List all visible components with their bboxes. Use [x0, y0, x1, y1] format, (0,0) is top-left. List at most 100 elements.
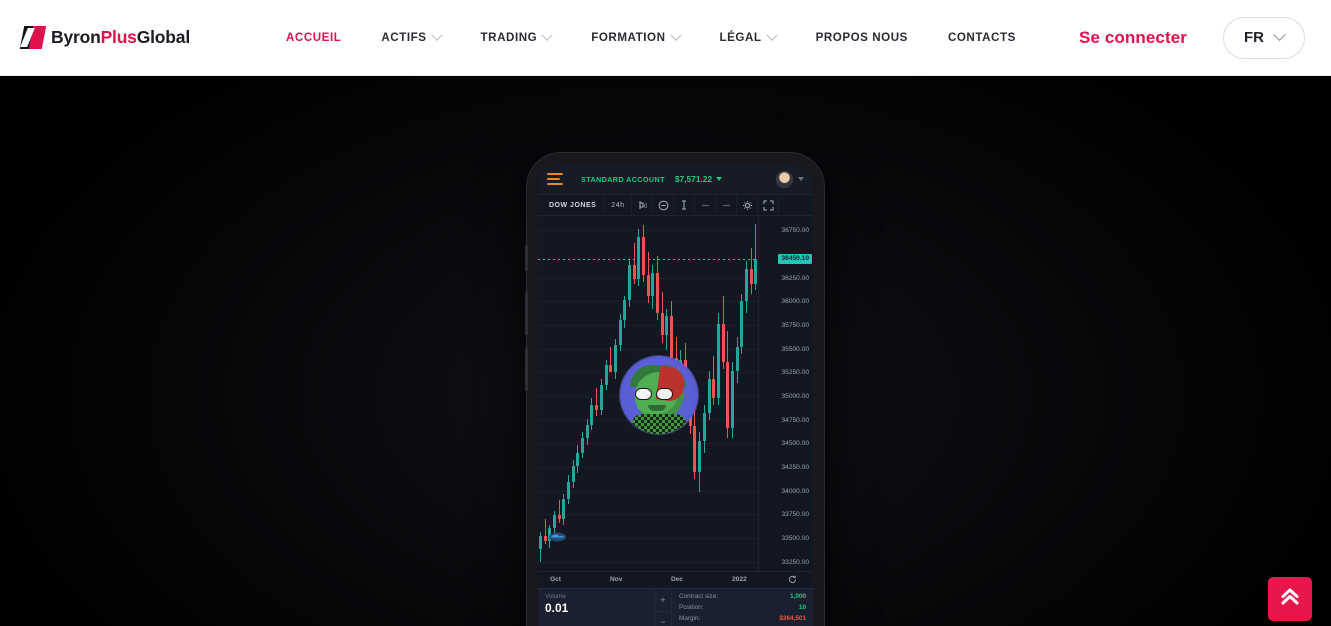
price-tick-label: 36250.00 [781, 274, 809, 282]
price-tick-label: 35750.00 [781, 321, 809, 329]
brand-part2: Plus [100, 27, 137, 47]
symbol-selector[interactable]: DOW JONES [542, 194, 605, 216]
frog-avatar-icon [620, 356, 698, 434]
reset-chart-icon[interactable] [788, 575, 797, 586]
app-header: STANDARD ACCOUNT $7,571.22 [538, 164, 813, 195]
nav-item-propos-nous[interactable]: PROPOS NOUS [796, 0, 928, 76]
stat-row: Contract size: 1,000 [679, 592, 806, 603]
profile-menu[interactable] [776, 170, 804, 188]
volume-label: Volume [545, 593, 566, 600]
login-link[interactable]: Se connecter [1079, 28, 1187, 48]
time-tick: Dec [671, 576, 684, 583]
stat-row: Position: 10 [679, 603, 806, 614]
scroll-to-top-button[interactable] [1268, 577, 1312, 621]
quantity-stepper[interactable]: + − [654, 589, 671, 626]
time-tick: 2022 [732, 576, 747, 583]
chevron-down-icon [669, 29, 682, 41]
nav-label: ACCUEIL [285, 31, 342, 44]
stat-value: 1,000 [790, 593, 806, 600]
price-tick-label: 36000.00 [781, 298, 809, 306]
phone-mute-button [525, 245, 528, 271]
nav-item-contacts[interactable]: CONTACTS [928, 0, 1036, 76]
avatar [776, 170, 793, 188]
language-label: FR [1244, 29, 1264, 46]
stat-value: 10 [798, 603, 806, 611]
phone-volume-down-button [525, 347, 528, 391]
hamburger-icon[interactable] [547, 173, 563, 185]
price-tick-label: 35250.00 [781, 369, 809, 377]
minus-circle-icon[interactable] [653, 194, 675, 216]
page-root: ByronPlusGlobal ACCUEIL ACTIFS TRADING F… [0, 0, 1331, 626]
chevron-down-icon [430, 29, 443, 41]
phone-volume-up-button [525, 291, 528, 335]
account-balance[interactable]: $7,571.22 [674, 174, 723, 184]
nav-item-formation[interactable]: FORMATION [571, 0, 699, 76]
price-tick-label: 35000.00 [781, 392, 809, 400]
stat-key: Contract size: [679, 593, 719, 600]
nav-label: ACTIFS [381, 31, 427, 44]
volume-decrement-button[interactable]: − [655, 612, 671, 626]
current-price-label: 36450.10 [778, 253, 812, 264]
brand-part3: Global [136, 27, 190, 47]
nav-item-accueil[interactable]: ACCUEIL [266, 0, 361, 76]
language-selector[interactable]: FR [1223, 16, 1305, 59]
nav-label: CONTACTS [947, 31, 1016, 44]
chevron-down-icon [798, 177, 804, 181]
nav-item-trading[interactable]: TRADING [461, 0, 572, 76]
order-panel: Volume 0.01 + − Contract size: 1,000 Pos… [538, 588, 813, 626]
chevron-down-icon [541, 29, 553, 41]
account-balance-value: $7,571.22 [674, 174, 713, 184]
nav-right: Se connecter FR [1079, 16, 1305, 59]
chevron-down-icon [1273, 28, 1286, 42]
volume-increment-button[interactable]: + [655, 589, 671, 612]
phone-screen: STANDARD ACCOUNT $7,571.22 DOW JONES 24h [538, 164, 813, 626]
dash2-icon[interactable] [716, 194, 738, 216]
candles-icon[interactable]: 0 [632, 194, 654, 216]
phone-mockup: STANDARD ACCOUNT $7,571.22 DOW JONES 24h [525, 153, 824, 626]
nav-label: FORMATION [591, 31, 666, 44]
price-tick-label: 34750.00 [781, 416, 809, 424]
hero-section: STANDARD ACCOUNT $7,571.22 DOW JONES 24h [0, 76, 1331, 626]
cloud-icon[interactable] [548, 528, 567, 542]
nav-item-legal[interactable]: LÉGAL [700, 0, 796, 76]
brand-text: ByronPlusGlobal [51, 27, 190, 48]
price-tick-label: 34000.00 [781, 487, 809, 495]
price-chart[interactable]: 36750.00 36450.10 36250.00 36000.00 35750.00… [538, 216, 813, 571]
stat-row: Margin: $364,501 [679, 614, 806, 625]
order-row-volume: Volume 0.01 + − Contract size: 1,000 Pos… [538, 589, 813, 626]
price-tick-label: 35500.00 [781, 345, 809, 353]
brand-logo[interactable]: ByronPlusGlobal [19, 26, 190, 49]
settings-icon[interactable] [737, 194, 759, 216]
stat-key: Position: [679, 603, 704, 611]
volume-field[interactable]: Volume 0.01 + − [538, 589, 672, 626]
price-axis: 36750.00 36450.10 36250.00 36000.00 35750.00… [758, 216, 813, 571]
double-chevron-up-icon [1279, 587, 1301, 612]
account-type-label: STANDARD ACCOUNT [581, 174, 665, 184]
timeframe-selector[interactable]: 24h [604, 194, 633, 216]
price-tick-label: 36750.00 [781, 227, 809, 235]
price-tick-label: 33750.00 [781, 511, 809, 519]
indicator-icon[interactable] [674, 194, 696, 216]
nav-links: ACCUEIL ACTIFS TRADING FORMATION LÉGAL P… [266, 0, 1036, 76]
chevron-down-icon [765, 29, 778, 41]
volume-value: 0.01 [545, 601, 569, 615]
nav-label: LÉGAL [719, 31, 762, 44]
stat-key: Margin: [679, 614, 701, 622]
price-tick-label: 34250.00 [781, 463, 809, 471]
stat-value: $364,501 [779, 614, 806, 622]
fullscreen-icon[interactable] [758, 194, 780, 216]
time-axis: Oct Nov Dec 2022 [538, 571, 813, 588]
dash-icon[interactable] [695, 194, 717, 216]
price-tick-label: 33250.00 [781, 558, 809, 566]
nav-item-actifs[interactable]: ACTIFS [361, 0, 460, 76]
nav-label: TRADING [480, 31, 538, 44]
price-tick-label: 33500.00 [781, 534, 809, 542]
time-tick: Nov [610, 576, 623, 583]
price-tick-label: 34500.00 [781, 440, 809, 448]
order-stats: Contract size: 1,000 Position: 10 Margin… [672, 589, 813, 626]
logo-mark-icon [19, 26, 47, 49]
brand-part1: Byron [51, 27, 101, 47]
chevron-down-icon [716, 177, 723, 181]
chart-toolbar: DOW JONES 24h 0 [538, 194, 813, 216]
nav-label: PROPOS NOUS [815, 31, 908, 44]
